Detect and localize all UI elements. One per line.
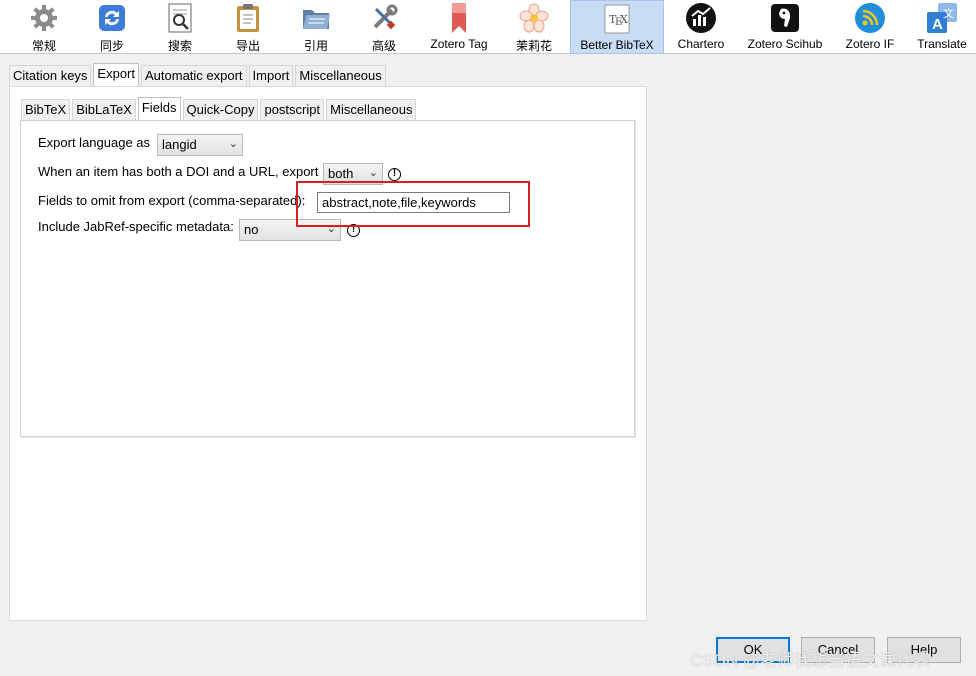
toolbar-label: 引用 xyxy=(303,39,328,53)
tab-bibtex[interactable]: BibTeX xyxy=(21,99,71,120)
bookmark-icon xyxy=(443,2,475,34)
search-doc-icon xyxy=(164,2,196,34)
gear-icon xyxy=(28,2,60,34)
toolbar-label: 常规 xyxy=(31,39,56,53)
clipboard-icon xyxy=(232,2,264,34)
toolbar-label: Zotero IF xyxy=(845,37,895,51)
toolbar-item-zotero-scihub[interactable]: Zotero Scihub xyxy=(742,0,828,54)
flower-icon xyxy=(518,2,550,34)
toolbar-item-sync[interactable]: 同步 xyxy=(90,0,134,54)
toolbar-item-jasmine[interactable]: 茉莉花 xyxy=(512,0,556,54)
tex-icon: TEX xyxy=(601,3,633,35)
export-language-select[interactable]: langid ⌄ xyxy=(157,134,243,156)
svg-text:A: A xyxy=(932,16,943,33)
sync-icon xyxy=(96,2,128,34)
omit-fields-label: Fields to omit from export (comma-separa… xyxy=(38,193,306,208)
tab-postscript[interactable]: postscript xyxy=(260,99,325,120)
bird-icon xyxy=(769,2,801,34)
svg-text:X: X xyxy=(620,13,628,26)
toolbar-item-general[interactable]: 常规 xyxy=(22,0,66,54)
jabref-value: no xyxy=(244,222,259,237)
toolbar-item-better-bibtex[interactable]: TEX Better BibTeX xyxy=(570,0,664,54)
toolbar-item-chartero[interactable]: Chartero xyxy=(672,0,730,54)
toolbar-label: Translate xyxy=(917,37,967,51)
toolbar-label: 同步 xyxy=(99,39,124,53)
export-language-value: langid xyxy=(162,137,197,152)
toolbar-item-search[interactable]: 搜索 xyxy=(158,0,202,54)
toolbar-item-zotero-if[interactable]: Zotero IF xyxy=(840,0,900,54)
toolbar-label: Zotero Tag xyxy=(430,37,488,51)
toolbar-label: Better BibTeX xyxy=(580,38,654,52)
toolbar-item-translate[interactable]: A文 Translate xyxy=(912,0,972,54)
tab-quick-copy[interactable]: Quick-Copy xyxy=(182,99,259,120)
export-language-label: Export language as xyxy=(38,135,151,150)
watermark: CSDN @老师我想当语文课代表 xyxy=(690,651,931,670)
preferences-toolbar: 常规 同步 搜索 导出 引用 高级 Zotero Tag 茉莉花 T E X B… xyxy=(0,0,976,54)
tab-export[interactable]: Export xyxy=(93,63,139,86)
tools-icon xyxy=(368,2,400,34)
annotation-highlight-box xyxy=(296,181,530,227)
doi-url-value: both xyxy=(328,166,354,181)
toolbar-label: 搜索 xyxy=(167,39,192,53)
tab-fields[interactable]: Fields xyxy=(137,97,181,120)
tab-citation-keys[interactable]: Citation keys xyxy=(9,65,92,86)
inner-tabbar: BibTeX BibLaTeX Fields Quick-Copy postsc… xyxy=(21,97,418,120)
fields-panel: Export language as langid ⌄ When an item… xyxy=(20,120,635,437)
toolbar-item-export[interactable]: 导出 xyxy=(226,0,270,54)
tab-import[interactable]: Import xyxy=(248,65,294,86)
chevron-down-icon: ⌄ xyxy=(228,138,238,150)
tab-automatic-export[interactable]: Automatic export xyxy=(141,65,247,86)
toolbar-label: Chartero xyxy=(677,37,725,51)
outer-tabbar: Citation keys Export Automatic export Im… xyxy=(9,63,388,87)
rss-icon xyxy=(854,2,886,34)
tab-biblatex[interactable]: BibLaTeX xyxy=(72,99,136,120)
tab-miscellaneous[interactable]: Miscellaneous xyxy=(295,65,386,86)
toolbar-label: Zotero Scihub xyxy=(747,37,823,51)
doi-url-label: When an item has both a DOI and a URL, e… xyxy=(38,164,319,179)
toolbar-item-zotero-tag[interactable]: Zotero Tag xyxy=(424,0,494,54)
folder-icon xyxy=(300,2,332,34)
translate-icon: A文 xyxy=(926,2,958,34)
chart-icon xyxy=(685,2,717,34)
toolbar-label: 高级 xyxy=(371,39,396,53)
toolbar-label: 茉莉花 xyxy=(515,39,552,53)
chevron-down-icon: ⌄ xyxy=(368,167,378,179)
toolbar-item-advanced[interactable]: 高级 xyxy=(362,0,406,54)
jabref-label: Include JabRef-specific metadata: xyxy=(38,219,234,234)
info-icon[interactable]: ! xyxy=(388,168,401,181)
svg-text:文: 文 xyxy=(943,6,954,20)
tab-inner-miscellaneous[interactable]: Miscellaneous xyxy=(326,99,417,120)
export-panel: BibTeX BibLaTeX Fields Quick-Copy postsc… xyxy=(9,86,647,621)
toolbar-item-cite[interactable]: 引用 xyxy=(294,0,338,54)
toolbar-label: 导出 xyxy=(235,39,260,53)
